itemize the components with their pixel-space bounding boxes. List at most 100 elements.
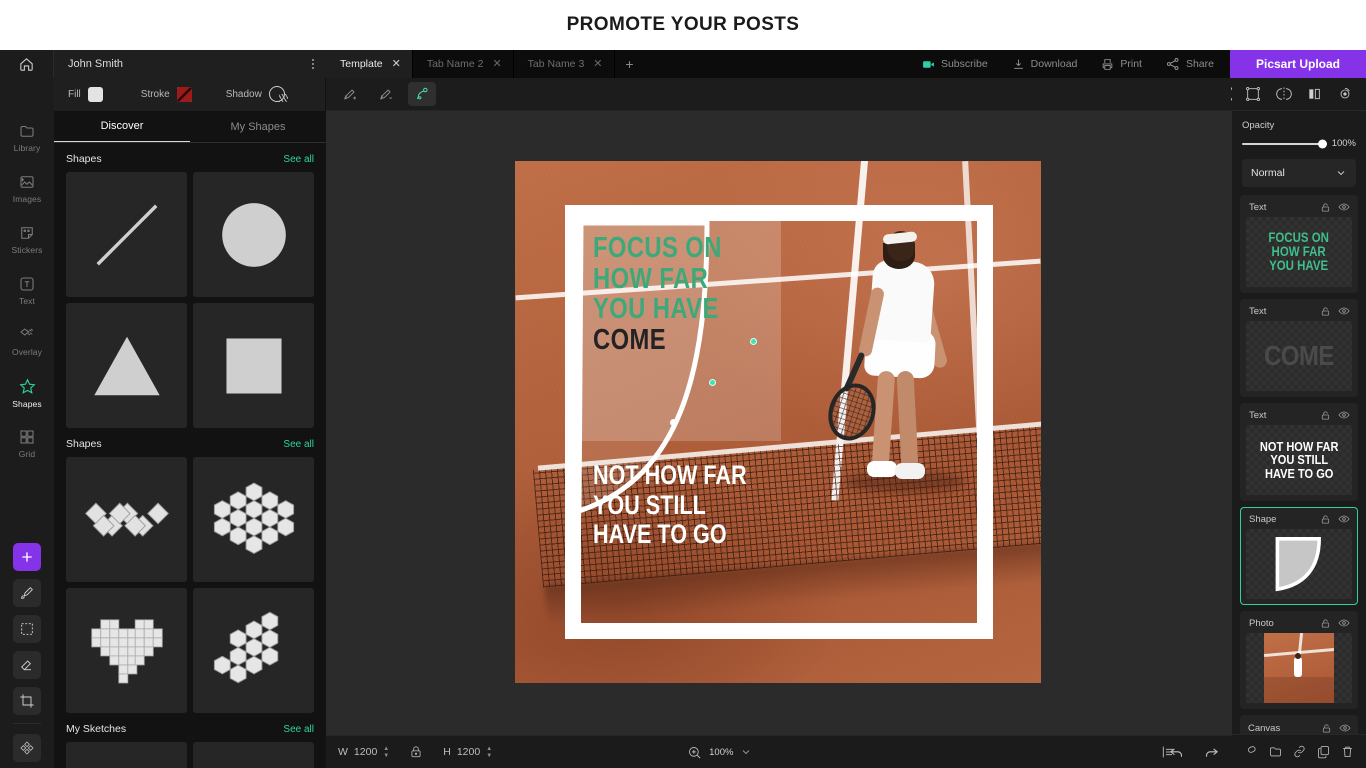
picsart-upload-button[interactable]: Picsart Upload — [1230, 50, 1366, 78]
artboard[interactable]: FOCUS ON HOW FAR YOU HAVE COME NOT HOW F… — [515, 161, 1041, 683]
lock-open-icon[interactable] — [1320, 306, 1331, 317]
height-stepper[interactable]: ▲▼ — [486, 746, 492, 759]
share-button[interactable]: Share — [1154, 50, 1226, 78]
height-value[interactable]: 1200 — [457, 746, 480, 758]
eraser-icon[interactable] — [13, 651, 41, 679]
height-control[interactable]: H 1200 ▲▼ — [443, 746, 492, 759]
transform-icon[interactable] — [1245, 86, 1261, 102]
sketch-item-2[interactable] — [193, 742, 314, 768]
stroke-color-swatch[interactable] — [177, 87, 192, 102]
lock-open-icon[interactable] — [1320, 514, 1331, 525]
chevron-down-icon[interactable] — [740, 746, 752, 758]
layer-item-photo[interactable]: Photo — [1240, 611, 1358, 709]
user-name-field[interactable]: John Smith — [54, 50, 326, 78]
sidebar-item-stickers[interactable]: Stickers — [0, 214, 54, 265]
shape-item-pixel-heart[interactable] — [66, 588, 187, 713]
add-plus-icon[interactable] — [13, 543, 41, 571]
layer-item-text-3[interactable]: Text NOT HOW FAR YOU STILL HAVE TO GO — [1240, 403, 1358, 501]
download-button[interactable]: Download — [1000, 50, 1090, 78]
duplicate-layer-icon[interactable] — [1244, 744, 1259, 759]
shadow-property[interactable]: Shadow — [226, 86, 285, 102]
blend-mode-select[interactable]: Normal — [1242, 159, 1356, 187]
shape-item-circle[interactable] — [193, 172, 314, 297]
redo-icon[interactable] — [1203, 744, 1220, 761]
width-stepper[interactable]: ▲▼ — [383, 746, 389, 759]
crop-icon[interactable] — [13, 687, 41, 715]
width-control[interactable]: W 1200 ▲▼ — [338, 746, 389, 759]
shape-item-diamond-pattern[interactable] — [66, 457, 187, 582]
mirror-icon[interactable] — [1306, 86, 1322, 102]
canvas-stage[interactable]: FOCUS ON HOW FAR YOU HAVE COME NOT HOW F… — [326, 111, 1232, 735]
tab-3[interactable]: Tab Name 3 ✕ — [514, 50, 615, 78]
fill-property[interactable]: Fill — [68, 87, 103, 102]
node-handle-top[interactable] — [750, 338, 757, 345]
lock-open-icon[interactable] — [1320, 202, 1331, 213]
tab-template[interactable]: Template ✕ — [326, 50, 413, 78]
layer-item-shape[interactable]: Shape — [1240, 507, 1358, 605]
shape-item-line[interactable] — [66, 172, 187, 297]
shape-diamond-icon[interactable] — [13, 734, 41, 762]
node-handle-bottom[interactable] — [670, 419, 677, 426]
see-all-link[interactable]: See all — [283, 154, 314, 165]
brush-icon[interactable] — [13, 579, 41, 607]
pen-remove-icon[interactable] — [372, 82, 400, 106]
sidebar-item-library[interactable]: Library — [0, 112, 54, 163]
sketch-item-1[interactable] — [66, 742, 187, 768]
sidebar-item-images[interactable]: Images — [0, 163, 54, 214]
layer-list[interactable]: Text FOCUS ON HOW FAR YOU HAVE — [1232, 195, 1366, 734]
close-icon[interactable]: ✕ — [593, 59, 602, 70]
tab-2[interactable]: Tab Name 2 ✕ — [413, 50, 514, 78]
delete-layer-icon[interactable] — [1340, 744, 1355, 759]
stepper-up[interactable]: ▲ — [383, 746, 389, 752]
eye-icon[interactable] — [1339, 722, 1351, 734]
layer-item-text-2[interactable]: Text COME — [1240, 299, 1358, 397]
rotate-icon[interactable] — [1337, 86, 1353, 102]
shape-item-square[interactable] — [193, 303, 314, 428]
stepper-down[interactable]: ▼ — [486, 753, 492, 759]
sidebar-item-grid[interactable]: Grid — [0, 418, 54, 469]
sidebar-item-overlay[interactable]: Overlay — [0, 316, 54, 367]
stroke-property[interactable]: Stroke — [141, 87, 192, 102]
eye-icon[interactable] — [1338, 409, 1350, 421]
home-button[interactable] — [0, 50, 54, 78]
stepper-down[interactable]: ▼ — [383, 753, 389, 759]
copy-layer-icon[interactable] — [1316, 744, 1331, 759]
shape-item-triangle[interactable] — [66, 303, 187, 428]
stepper-up[interactable]: ▲ — [486, 746, 492, 752]
tab-discover[interactable]: Discover — [54, 111, 190, 142]
design-headline-bottom[interactable]: NOT HOW FAR YOU STILL HAVE TO GO — [593, 461, 833, 550]
eye-icon[interactable] — [1338, 305, 1350, 317]
print-button[interactable]: Print — [1089, 50, 1154, 78]
node-edit-icon[interactable] — [408, 82, 436, 106]
tab-my-shapes[interactable]: My Shapes — [190, 111, 326, 142]
eye-icon[interactable] — [1338, 201, 1350, 213]
layer-item-text-1[interactable]: Text FOCUS ON HOW FAR YOU HAVE — [1240, 195, 1358, 293]
sidebar-item-text[interactable]: Text — [0, 265, 54, 316]
zoom-control[interactable]: 100% — [687, 745, 752, 760]
width-value[interactable]: 1200 — [354, 746, 377, 758]
add-tab-button[interactable]: + — [615, 50, 645, 78]
eye-icon[interactable] — [1338, 513, 1350, 525]
close-icon[interactable]: ✕ — [392, 59, 401, 70]
lock-open-icon[interactable] — [1321, 723, 1332, 734]
opacity-slider[interactable] — [1242, 143, 1326, 145]
shadow-icon[interactable] — [269, 86, 285, 102]
fill-color-swatch[interactable] — [88, 87, 103, 102]
see-all-link[interactable]: See all — [283, 724, 314, 735]
node-handle-mid[interactable] — [709, 379, 716, 386]
align-icon[interactable] — [1160, 744, 1176, 760]
layer-item-canvas[interactable]: Canvas — [1240, 715, 1358, 734]
design-headline-top[interactable]: FOCUS ON HOW FAR YOU HAVE COME — [593, 233, 823, 356]
link-layers-icon[interactable] — [1292, 744, 1307, 759]
see-all-link[interactable]: See all — [283, 439, 314, 450]
lock-open-icon[interactable] — [1320, 410, 1331, 421]
flip-icon[interactable] — [1276, 86, 1292, 102]
sidebar-item-shapes[interactable]: Shapes — [0, 367, 54, 418]
shape-item-hexagon-cluster[interactable] — [193, 588, 314, 713]
marquee-select-icon[interactable] — [13, 615, 41, 643]
close-icon[interactable]: ✕ — [492, 59, 501, 70]
new-folder-icon[interactable] — [1268, 744, 1283, 759]
pen-add-icon[interactable] — [336, 82, 364, 106]
zoom-in-icon[interactable] — [687, 745, 702, 760]
shape-item-honeycomb[interactable] — [193, 457, 314, 582]
